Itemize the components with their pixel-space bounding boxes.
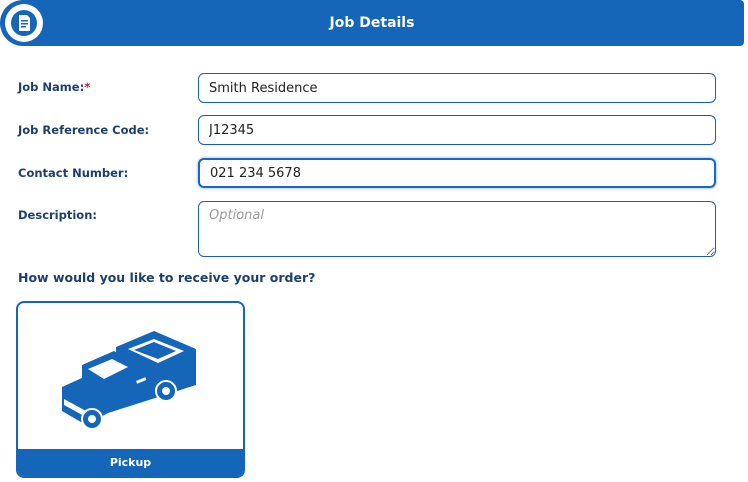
job-reference-label: Job Reference Code: (18, 123, 150, 137)
job-reference-input[interactable] (198, 115, 716, 145)
description-textarea[interactable] (198, 201, 716, 257)
job-details-header: Job Details (0, 0, 744, 46)
pickup-truck-icon (62, 331, 196, 430)
header-title: Job Details (329, 15, 415, 31)
description-label: Description: (18, 208, 97, 222)
contact-number-label: Contact Number: (18, 166, 129, 180)
pickup-option-card[interactable]: Pickup (16, 301, 245, 478)
pickup-option-label: Pickup (18, 449, 243, 476)
required-mark: * (84, 80, 91, 94)
contact-number-input[interactable] (198, 158, 716, 188)
delivery-question: How would you like to receive your order… (18, 270, 316, 285)
job-name-input[interactable] (198, 73, 716, 103)
job-name-label: Job Name:* (18, 80, 91, 94)
